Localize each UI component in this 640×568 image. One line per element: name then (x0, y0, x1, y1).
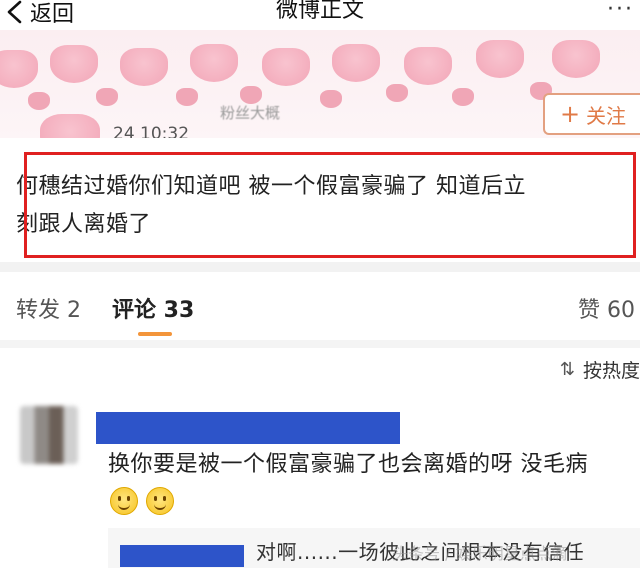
heart-decoration (386, 84, 408, 102)
heart-decoration (120, 48, 168, 86)
comment-text: 换你要是被一个假富豪骗了也会离婚的呀 没毛病 (108, 452, 588, 477)
sort-by-hot-button[interactable]: ⇅ 按热度 (560, 356, 640, 383)
heart-decoration (96, 88, 118, 106)
section-divider (0, 340, 640, 348)
heart-decoration (50, 45, 98, 83)
tab-like[interactable]: 赞 60 (578, 292, 635, 324)
more-options-icon[interactable]: ··· (607, 0, 634, 21)
heart-decoration (404, 47, 452, 85)
heart-decoration (176, 88, 198, 106)
heart-decoration (40, 114, 100, 138)
interaction-tabs: 转发 2 评论 33 赞 60 (0, 272, 640, 338)
heart-decoration (28, 92, 50, 110)
section-divider (0, 262, 640, 272)
tab-repost[interactable]: 转发 2 (16, 292, 81, 324)
sort-label: 按热度 (582, 360, 640, 382)
heart-decoration (476, 40, 524, 78)
heart-decoration (190, 44, 238, 82)
author-name: 粉丝大概 (220, 104, 281, 122)
red-highlight-box (24, 152, 636, 258)
page-title: 微博正文 (275, 0, 364, 23)
plus-icon: + (559, 100, 581, 128)
follow-button[interactable]: + 关注 (543, 93, 640, 135)
smile-emoji-icon (110, 487, 138, 515)
heart-decoration (552, 40, 600, 78)
smile-emoji-icon (146, 487, 174, 515)
follow-label: 关注 (586, 103, 627, 128)
heart-decoration (452, 88, 474, 106)
censored-reply-username (120, 545, 244, 567)
watermark: 头条号 / 娱乐明星点点滴 (392, 544, 568, 563)
heart-decoration (262, 48, 310, 86)
heart-decoration (332, 44, 380, 82)
censored-username (96, 412, 400, 444)
tab-comment[interactable]: 评论 33 (112, 292, 194, 324)
heart-decoration (320, 90, 342, 108)
post-body: 何穗结过婚你们知道吧 被一个假富豪骗了 知道后立 刻跟人离婚了 (0, 138, 640, 262)
top-nav-bar: 返回 微博正文 ··· (0, 0, 640, 30)
active-tab-indicator (138, 332, 172, 336)
sort-icon: ⇅ (559, 359, 575, 380)
heart-decoration (0, 50, 38, 88)
avatar[interactable] (20, 406, 78, 464)
